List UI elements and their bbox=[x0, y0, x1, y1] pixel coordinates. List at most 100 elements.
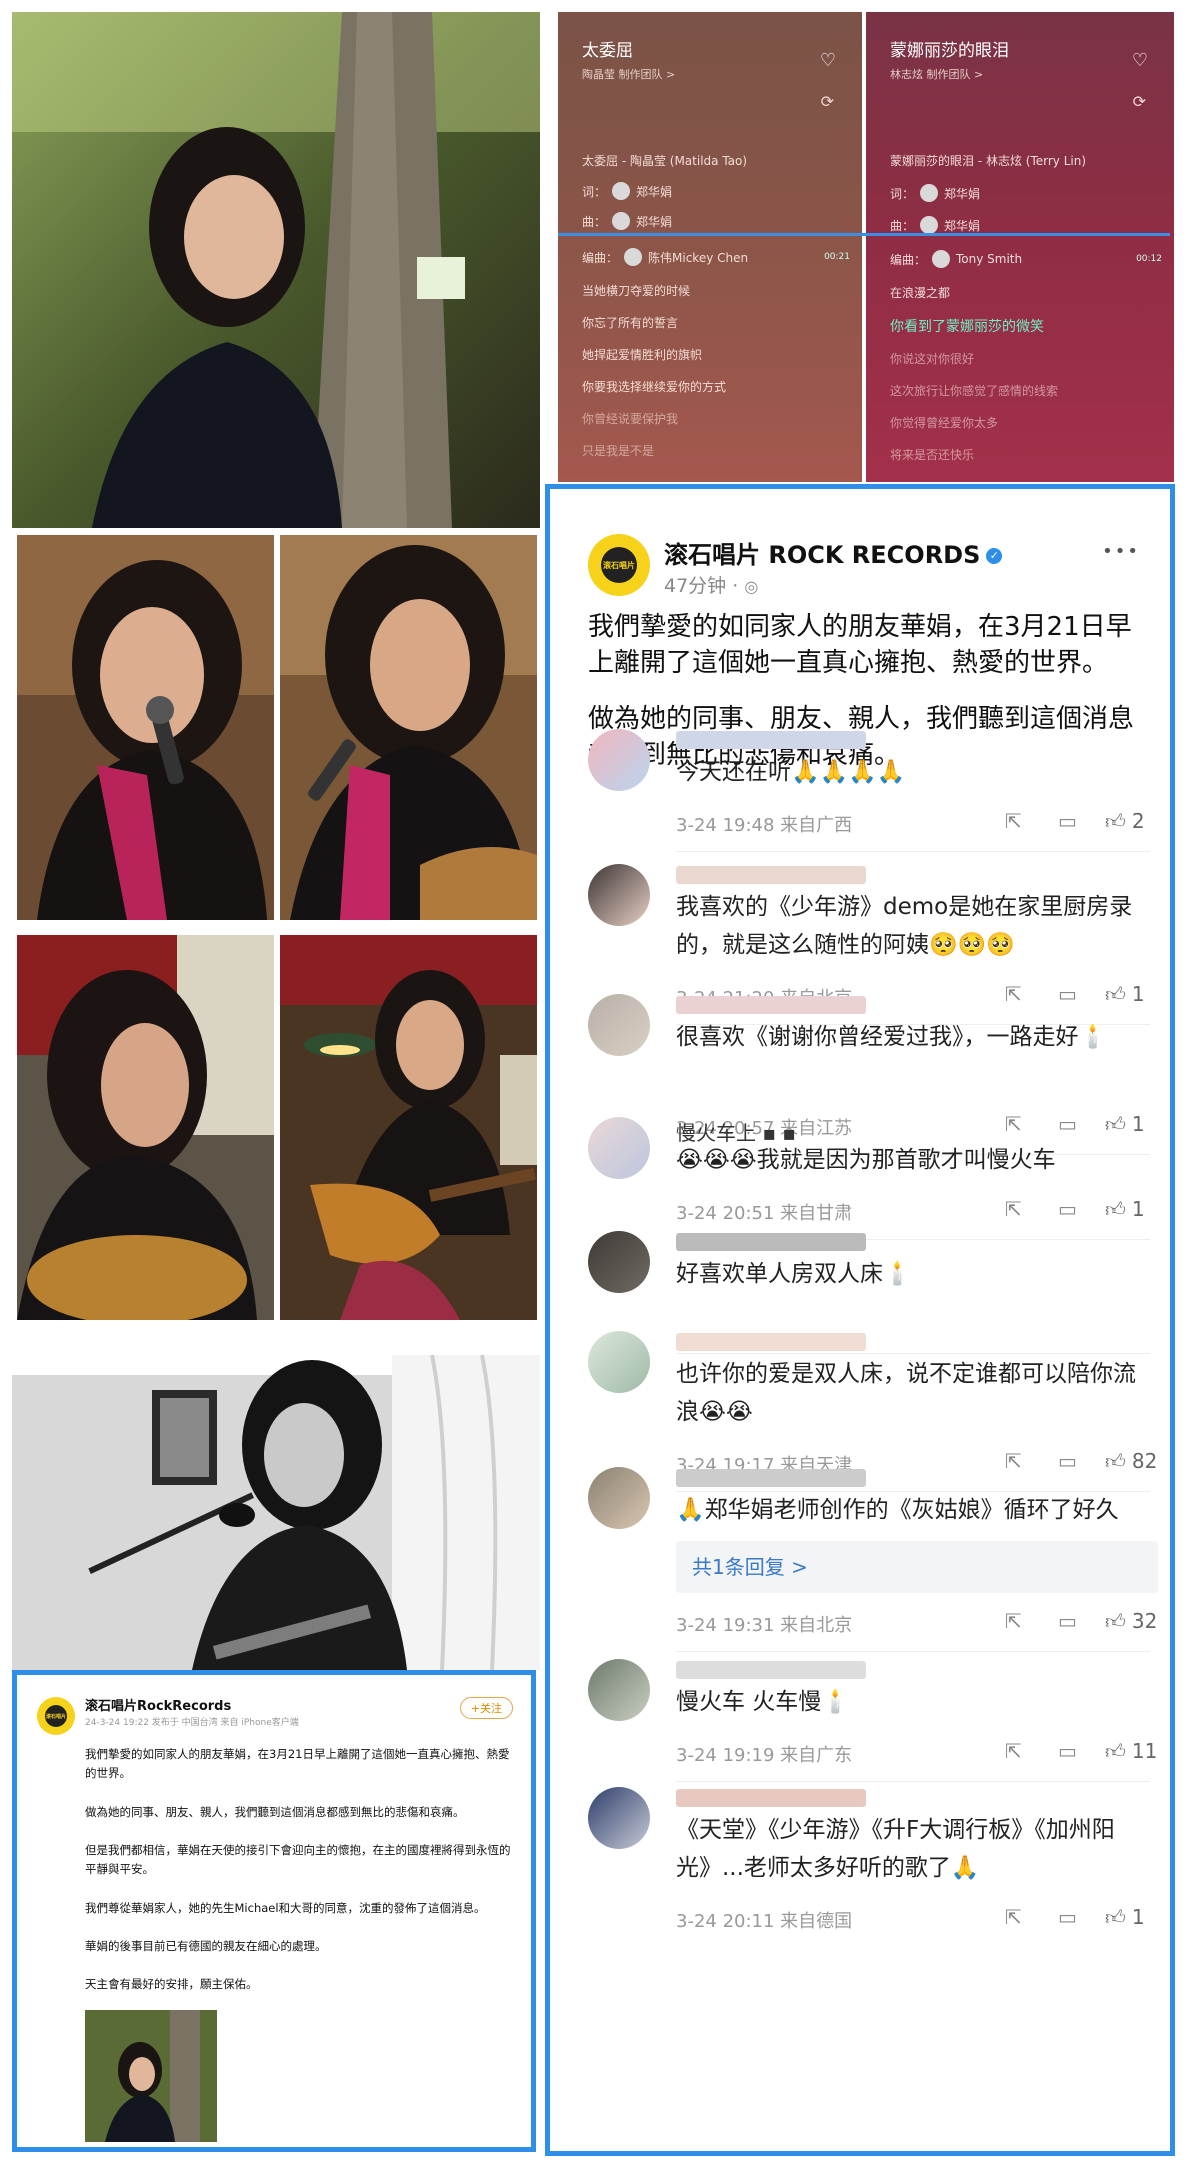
like-button[interactable]: 👍︎ 11 bbox=[1105, 1739, 1157, 1764]
comment-icon[interactable]: ▭ bbox=[1058, 809, 1077, 833]
comment-icon[interactable]: ▭ bbox=[1058, 1197, 1077, 1221]
follow-button[interactable]: +关注 bbox=[459, 1697, 513, 1719]
comment-username-blurred[interactable] bbox=[676, 996, 866, 1014]
post-paragraph: 華娟的後事目前已有德國的親友在細心的處理。 bbox=[85, 1939, 327, 1953]
composer-credit: 曲： 郑华娟 bbox=[890, 216, 980, 234]
avatar[interactable] bbox=[588, 1467, 650, 1529]
avatar[interactable] bbox=[588, 1117, 650, 1179]
comment-text: 今天还在听🙏🙏🙏🙏 bbox=[676, 759, 906, 785]
like-button[interactable]: 👍︎ 1 bbox=[1105, 1197, 1145, 1222]
comment-text: 好喜欢单人房双人床🕯️ bbox=[676, 1261, 912, 1287]
credit-label: 词： bbox=[890, 186, 915, 201]
comment-username-blurred[interactable] bbox=[676, 1333, 866, 1351]
like-button[interactable]: 👍︎ 1 bbox=[1105, 1905, 1145, 1930]
avatar[interactable] bbox=[588, 1659, 650, 1721]
like-count: 2 bbox=[1131, 809, 1145, 833]
post-attached-image[interactable] bbox=[85, 2010, 217, 2142]
reply-count-link[interactable]: 共1条回复 > bbox=[676, 1541, 1158, 1593]
share-icon[interactable]: ⟳ bbox=[821, 92, 834, 111]
comment-meta: 3-24 19:19 来自广东 bbox=[676, 1745, 853, 1766]
like-count: 1 bbox=[1131, 1197, 1145, 1221]
lyric-line: 当她横刀夺爱的时候 bbox=[582, 284, 691, 298]
song-title: 蒙娜丽莎的眼泪 bbox=[890, 41, 1009, 61]
comment-icon[interactable]: ▭ bbox=[1058, 1449, 1077, 1473]
thumbs-up-icon: 👍︎ bbox=[1105, 1905, 1126, 1929]
post-paragraph: 我們尊從華娟家人，她的先生Michael和大哥的同意，沈重的發佈了這個消息。 bbox=[85, 1901, 486, 1915]
composer-credit: 曲： 郑华娟 bbox=[582, 212, 672, 230]
lyric-line: 在浪漫之都 bbox=[890, 286, 951, 300]
like-button[interactable]: 👍︎ 1 bbox=[1105, 1112, 1145, 1137]
photo-guitar-2 bbox=[280, 935, 537, 1320]
avatar[interactable] bbox=[588, 1331, 650, 1393]
comment-username-blurred[interactable] bbox=[676, 731, 866, 749]
comment-username[interactable]: 慢火车上 ▪ ▪ bbox=[676, 1117, 796, 1145]
divider bbox=[676, 1781, 1150, 1782]
share-icon[interactable]: ⇱ bbox=[1005, 1905, 1022, 1929]
comment-username-blurred[interactable] bbox=[676, 1789, 866, 1807]
photo-mic-2 bbox=[280, 535, 537, 920]
thumbs-up-icon: 👍︎ bbox=[1105, 1197, 1126, 1221]
share-icon[interactable]: ⇱ bbox=[1005, 1739, 1022, 1763]
post-time-text: 47分钟 · bbox=[664, 575, 739, 597]
avatar[interactable] bbox=[588, 1787, 650, 1849]
comment-icon[interactable]: ▭ bbox=[1058, 1609, 1077, 1633]
post-paragraph: 天主會有最好的安排，願主保佑。 bbox=[85, 1977, 258, 1991]
like-button[interactable]: 👍︎ 32 bbox=[1105, 1609, 1157, 1634]
credit-name: 郑华娟 bbox=[636, 214, 673, 229]
avatar bbox=[624, 248, 643, 266]
photo-mic-1 bbox=[17, 535, 274, 920]
weibo-post-right: 滚石唱片 滚石唱片 ROCK RECORDS ✓ 47分钟 · ◎ ••• 我們摯… bbox=[545, 484, 1175, 2156]
like-button[interactable]: 👍︎ 2 bbox=[1105, 809, 1145, 834]
song-artist-link[interactable]: 林志炫 制作团队 > bbox=[890, 66, 983, 82]
comment-text: 很喜欢《谢谢你曾经爱过我》，一路走好🕯️ bbox=[676, 1024, 1108, 1050]
thumbs-up-icon: 👍︎ bbox=[1105, 1112, 1126, 1136]
comment-icon[interactable]: ▭ bbox=[1058, 982, 1077, 1006]
comment-meta: 3-24 20:11 来自德国 bbox=[676, 1911, 853, 1932]
lyric-line: 你要我选择继续爱你的方式 bbox=[582, 380, 727, 394]
comment-icon[interactable]: ▭ bbox=[1058, 1739, 1077, 1763]
comment-username-blurred[interactable] bbox=[676, 866, 866, 884]
share-icon[interactable]: ⇱ bbox=[1005, 1112, 1022, 1136]
account-name-text: 滚石唱片 ROCK RECORDS bbox=[664, 541, 981, 569]
comment-icon[interactable]: ▭ bbox=[1058, 1112, 1077, 1136]
avatar[interactable] bbox=[588, 994, 650, 1056]
share-icon[interactable]: ⇱ bbox=[1005, 809, 1022, 833]
song-line: 太委屈 - 陶晶莹 (Matilda Tao) bbox=[582, 154, 748, 168]
comment-meta: 3-24 20:51 来自甘肃 bbox=[676, 1203, 853, 1224]
account-name[interactable]: 滚石唱片RockRecords bbox=[85, 1695, 231, 1714]
arranger-credit: 编曲： 陈伟Mickey Chen bbox=[582, 248, 748, 266]
like-count: 82 bbox=[1131, 1449, 1158, 1473]
share-icon[interactable]: ⇱ bbox=[1005, 1449, 1022, 1473]
share-icon[interactable]: ⟳ bbox=[1133, 92, 1146, 111]
comment-username-blurred[interactable] bbox=[676, 1233, 866, 1251]
like-button[interactable]: 👍︎ 82 bbox=[1105, 1449, 1157, 1474]
avatar[interactable] bbox=[588, 729, 650, 791]
avatar[interactable] bbox=[588, 864, 650, 926]
heart-icon[interactable]: ♡ bbox=[820, 50, 836, 71]
account-name[interactable]: 滚石唱片 ROCK RECORDS ✓ bbox=[664, 535, 1003, 570]
comment-username-blurred[interactable] bbox=[676, 1661, 866, 1679]
comment-icon[interactable]: ▭ bbox=[1058, 1905, 1077, 1929]
post-paragraph: 做為她的同事、朋友、親人，我們聽到這個消息都感到無比的悲傷和哀痛。 bbox=[85, 1805, 465, 1819]
lyric-screen-right: 蒙娜丽莎的眼泪 林志炫 制作团队 > ♡ ⟳ 蒙娜丽莎的眼泪 - 林志炫 (Te… bbox=[866, 12, 1174, 482]
globe-icon: ◎ bbox=[744, 577, 759, 596]
credit-label: 编曲： bbox=[890, 252, 927, 267]
account-logo[interactable]: 滚石唱片 bbox=[37, 1697, 75, 1735]
photo-bw-singing bbox=[12, 1335, 540, 1670]
heart-icon[interactable]: ♡ bbox=[1132, 50, 1148, 71]
divider bbox=[676, 851, 1150, 852]
lyric-line: 你觉得曾经爱你太多 bbox=[890, 416, 999, 430]
share-icon[interactable]: ⇱ bbox=[1005, 1609, 1022, 1633]
lyric-line: 只是我是不是 bbox=[582, 444, 655, 458]
comment-username-blurred[interactable] bbox=[676, 1469, 866, 1487]
more-icon[interactable]: ••• bbox=[1102, 541, 1140, 562]
share-icon[interactable]: ⇱ bbox=[1005, 982, 1022, 1006]
account-logo[interactable]: 滚石唱片 bbox=[588, 534, 650, 596]
song-artist-link[interactable]: 陶晶莹 制作团队 > bbox=[582, 66, 675, 82]
lyricist-credit: 词： 郑华娟 bbox=[582, 182, 672, 200]
like-button[interactable]: 👍︎ 1 bbox=[1105, 982, 1145, 1007]
progress-divider bbox=[558, 233, 1170, 236]
avatar[interactable] bbox=[588, 1231, 650, 1293]
share-icon[interactable]: ⇱ bbox=[1005, 1197, 1022, 1221]
lyric-line: 这次旅行让你感觉了感情的线索 bbox=[890, 384, 1059, 398]
